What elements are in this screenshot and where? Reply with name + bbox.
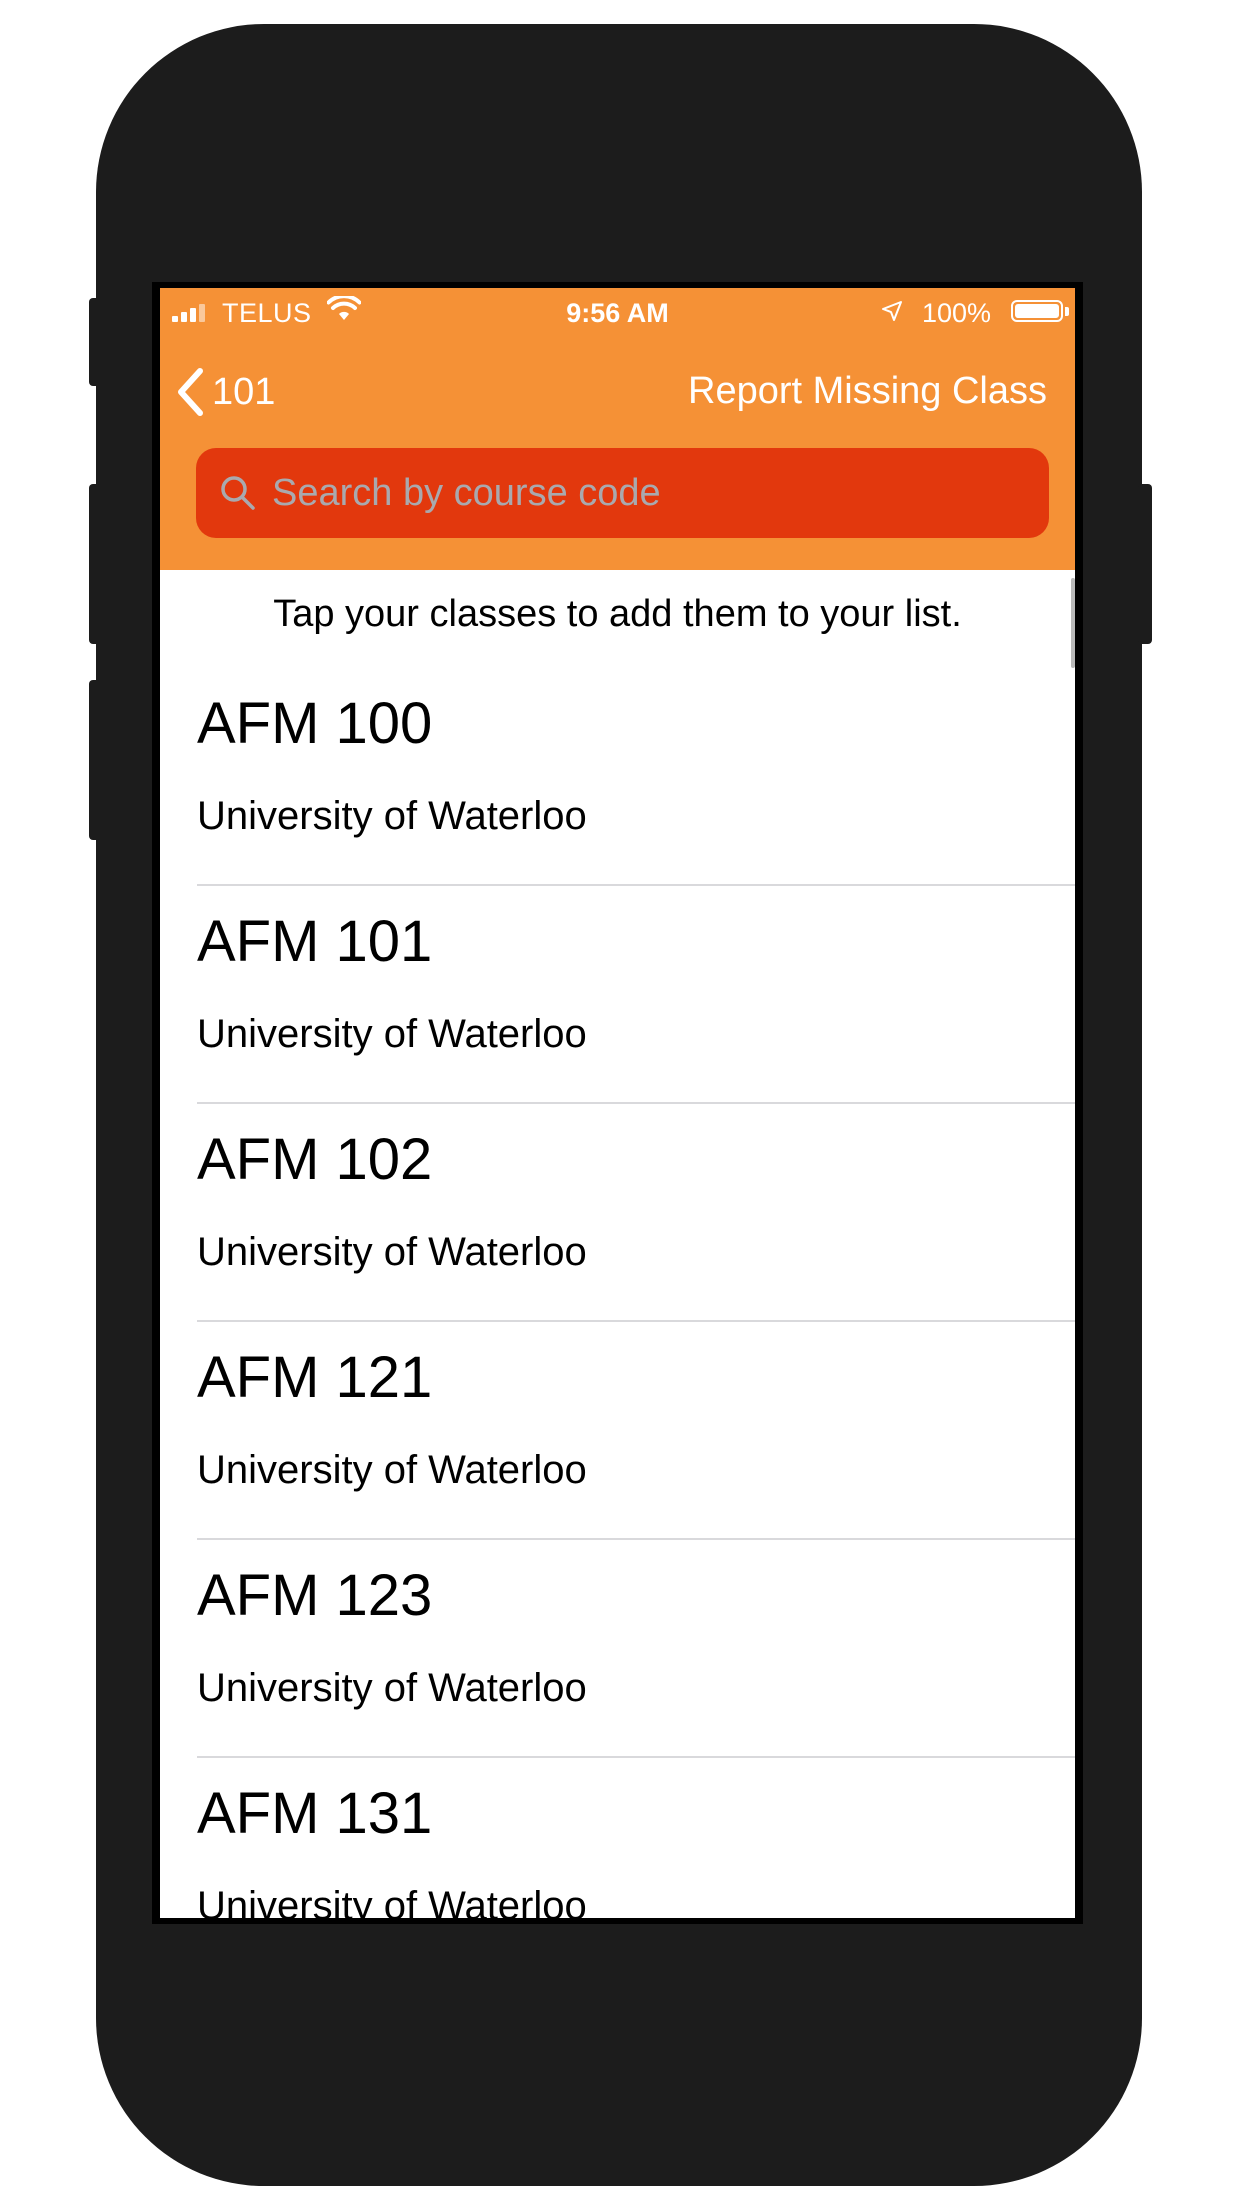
report-missing-class-button[interactable]: Report Missing Class	[688, 370, 1047, 413]
battery-tip	[1065, 307, 1069, 316]
instruction-text: Tap your classes to add them to your lis…	[273, 593, 962, 635]
app-screen: TELUS 9:56 AM 100% 101 Report Missing Cl…	[160, 288, 1075, 1918]
back-button[interactable]: 101	[176, 362, 275, 422]
search-bar[interactable]	[196, 448, 1049, 538]
course-row[interactable]: AFM 123 University of Waterloo	[160, 1540, 1075, 1758]
battery-percentage: 100%	[922, 298, 992, 328]
course-row[interactable]: AFM 131 University of Waterloo	[160, 1758, 1075, 1918]
course-code: AFM 100	[197, 691, 433, 756]
course-code: AFM 121	[197, 1345, 433, 1410]
status-bar: TELUS 9:56 AM 100%	[160, 288, 1075, 338]
location-arrow-icon	[880, 299, 904, 330]
mute-switch	[89, 298, 101, 386]
course-row[interactable]: AFM 121 University of Waterloo	[160, 1322, 1075, 1540]
battery-icon	[1011, 300, 1063, 322]
scroll-indicator[interactable]	[1071, 578, 1075, 668]
course-code: AFM 101	[197, 909, 433, 974]
course-school: University of Waterloo	[197, 1666, 587, 1710]
device-screen: TELUS 9:56 AM 100% 101 Report Missing Cl…	[152, 282, 1083, 1924]
course-list: AFM 100 University of Waterloo AFM 101 U…	[160, 668, 1075, 1918]
course-school: University of Waterloo	[197, 794, 587, 838]
course-code: AFM 123	[197, 1563, 433, 1628]
back-button-label: 101	[212, 370, 276, 413]
volume-down-button	[89, 680, 101, 840]
course-code: AFM 131	[197, 1781, 433, 1846]
course-school: University of Waterloo	[197, 1448, 587, 1492]
chevron-left-icon	[178, 368, 203, 416]
course-row[interactable]: AFM 101 University of Waterloo	[160, 886, 1075, 1104]
course-row[interactable]: AFM 100 University of Waterloo	[160, 668, 1075, 886]
course-school: University of Waterloo	[197, 1012, 587, 1056]
search-input[interactable]	[270, 470, 1029, 516]
course-school: University of Waterloo	[197, 1230, 587, 1274]
header: TELUS 9:56 AM 100% 101 Report Missing Cl…	[160, 288, 1075, 570]
power-button	[1138, 484, 1152, 644]
course-code: AFM 102	[197, 1127, 433, 1192]
search-icon	[221, 476, 255, 510]
course-school: University of Waterloo	[197, 1884, 587, 1918]
course-row[interactable]: AFM 102 University of Waterloo	[160, 1104, 1075, 1322]
volume-up-button	[89, 484, 101, 644]
